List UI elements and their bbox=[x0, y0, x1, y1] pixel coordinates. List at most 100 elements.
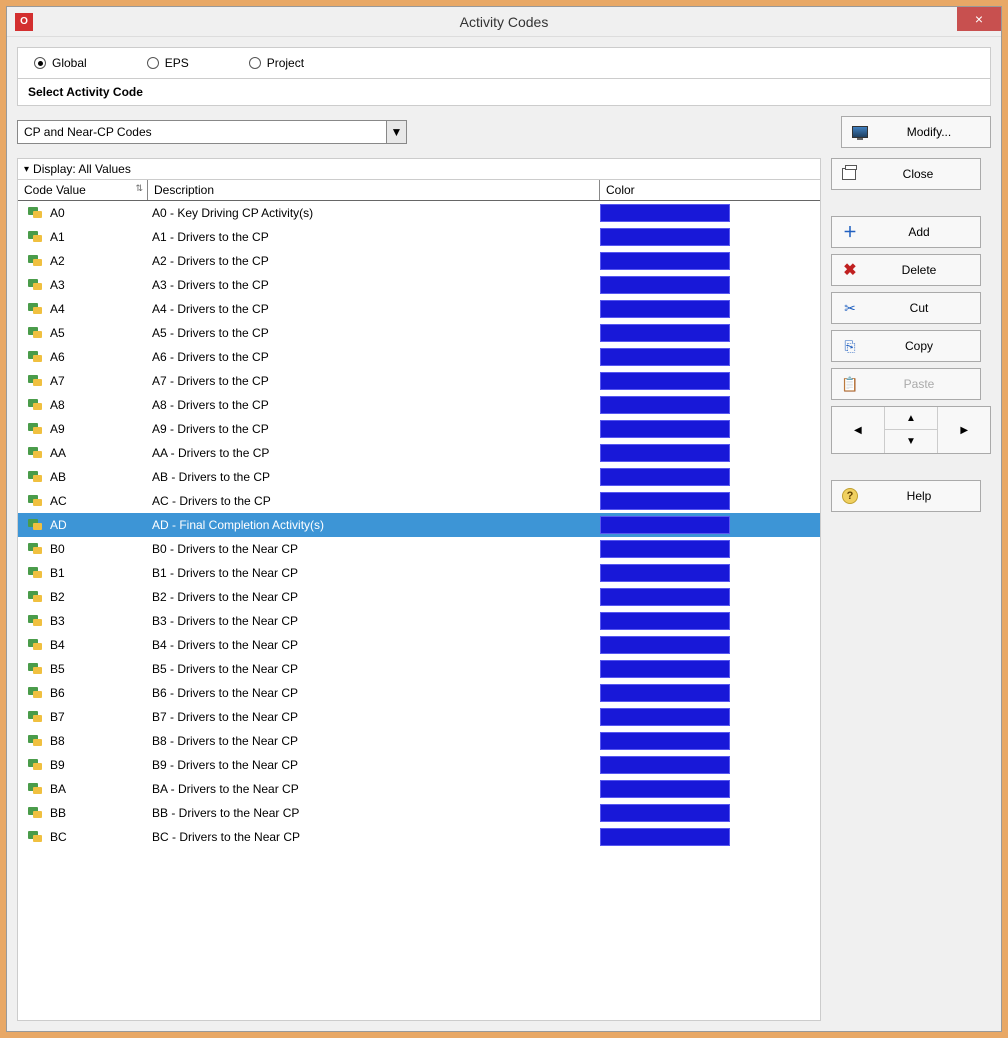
color-swatch[interactable] bbox=[600, 444, 730, 462]
table-row[interactable]: A2A2 - Drivers to the CP bbox=[18, 249, 820, 273]
table-row[interactable]: A4A4 - Drivers to the CP bbox=[18, 297, 820, 321]
activity-code-dropdown[interactable]: CP and Near-CP Codes ▼ bbox=[17, 120, 407, 144]
display-filter-bar[interactable]: ▾ Display: All Values bbox=[18, 159, 820, 180]
color-swatch[interactable] bbox=[600, 468, 730, 486]
table-row[interactable]: B4B4 - Drivers to the Near CP bbox=[18, 633, 820, 657]
cell-description: A6 - Drivers to the CP bbox=[148, 350, 600, 364]
color-swatch[interactable] bbox=[600, 228, 730, 246]
cut-button[interactable]: ✂ Cut bbox=[831, 292, 981, 324]
cell-color bbox=[600, 730, 820, 752]
table-row[interactable]: BABA - Drivers to the Near CP bbox=[18, 777, 820, 801]
tag-icon bbox=[28, 303, 44, 315]
move-right-button[interactable]: ▶ bbox=[937, 407, 990, 453]
window-icon bbox=[842, 168, 856, 180]
radio-eps[interactable]: EPS bbox=[147, 56, 189, 70]
code-value: B0 bbox=[50, 542, 65, 556]
radio-label: EPS bbox=[165, 56, 189, 70]
chevron-down-icon[interactable]: ▼ bbox=[386, 121, 406, 143]
button-label: Delete bbox=[868, 263, 970, 277]
color-swatch[interactable] bbox=[600, 300, 730, 318]
color-swatch[interactable] bbox=[600, 828, 730, 846]
column-header-description[interactable]: Description bbox=[148, 180, 600, 200]
color-swatch[interactable] bbox=[600, 204, 730, 222]
table-row[interactable]: B7B7 - Drivers to the Near CP bbox=[18, 705, 820, 729]
color-swatch[interactable] bbox=[600, 252, 730, 270]
color-swatch[interactable] bbox=[600, 396, 730, 414]
code-value: B9 bbox=[50, 758, 65, 772]
color-swatch[interactable] bbox=[600, 420, 730, 438]
cell-code: BB bbox=[18, 806, 148, 820]
table-row[interactable]: B6B6 - Drivers to the Near CP bbox=[18, 681, 820, 705]
move-down-button[interactable]: ▼ bbox=[885, 430, 938, 453]
delete-button[interactable]: ✖ Delete bbox=[831, 254, 981, 286]
move-left-button[interactable]: ◀ bbox=[832, 407, 885, 453]
table-row[interactable]: ADAD - Final Completion Activity(s) bbox=[18, 513, 820, 537]
color-swatch[interactable] bbox=[600, 732, 730, 750]
copy-button[interactable]: ⎘ Copy bbox=[831, 330, 981, 362]
color-swatch[interactable] bbox=[600, 324, 730, 342]
color-swatch[interactable] bbox=[600, 492, 730, 510]
color-swatch[interactable] bbox=[600, 636, 730, 654]
table-row[interactable]: A8A8 - Drivers to the CP bbox=[18, 393, 820, 417]
color-swatch[interactable] bbox=[600, 684, 730, 702]
table-row[interactable]: ABAB - Drivers to the CP bbox=[18, 465, 820, 489]
table-row[interactable]: BBBB - Drivers to the Near CP bbox=[18, 801, 820, 825]
cell-description: A2 - Drivers to the CP bbox=[148, 254, 600, 268]
cell-code: BC bbox=[18, 830, 148, 844]
table-row[interactable]: A6A6 - Drivers to the CP bbox=[18, 345, 820, 369]
color-swatch[interactable] bbox=[600, 348, 730, 366]
color-swatch[interactable] bbox=[600, 660, 730, 678]
column-header-code[interactable]: Code Value ⇅ bbox=[18, 180, 148, 200]
window-close-button[interactable]: × bbox=[957, 7, 1001, 31]
color-swatch[interactable] bbox=[600, 612, 730, 630]
table-row[interactable]: B5B5 - Drivers to the Near CP bbox=[18, 657, 820, 681]
help-button[interactable]: ? Help bbox=[831, 480, 981, 512]
modify-button[interactable]: Modify... bbox=[841, 116, 991, 148]
table-row[interactable]: B0B0 - Drivers to the Near CP bbox=[18, 537, 820, 561]
table-row[interactable]: BCBC - Drivers to the Near CP bbox=[18, 825, 820, 849]
table-row[interactable]: B9B9 - Drivers to the Near CP bbox=[18, 753, 820, 777]
cell-color bbox=[600, 634, 820, 656]
color-swatch[interactable] bbox=[600, 756, 730, 774]
table-row[interactable]: A5A5 - Drivers to the CP bbox=[18, 321, 820, 345]
tag-icon bbox=[28, 327, 44, 339]
color-swatch[interactable] bbox=[600, 804, 730, 822]
close-button[interactable]: Close bbox=[831, 158, 981, 190]
table-row[interactable]: B3B3 - Drivers to the Near CP bbox=[18, 609, 820, 633]
paste-button[interactable]: 📋 Paste bbox=[831, 368, 981, 400]
table-row[interactable]: B2B2 - Drivers to the Near CP bbox=[18, 585, 820, 609]
color-swatch[interactable] bbox=[600, 276, 730, 294]
cell-description: AC - Drivers to the CP bbox=[148, 494, 600, 508]
tag-icon bbox=[28, 807, 44, 819]
table-row[interactable]: B8B8 - Drivers to the Near CP bbox=[18, 729, 820, 753]
activity-codes-window: O Activity Codes × Global EPS Project Se… bbox=[6, 6, 1002, 1032]
color-swatch[interactable] bbox=[600, 780, 730, 798]
column-header-color[interactable]: Color bbox=[600, 180, 820, 200]
tag-icon bbox=[28, 423, 44, 435]
table-row[interactable]: A9A9 - Drivers to the CP bbox=[18, 417, 820, 441]
color-swatch[interactable] bbox=[600, 516, 730, 534]
table-row[interactable]: A3A3 - Drivers to the CP bbox=[18, 273, 820, 297]
table-body[interactable]: A0A0 - Key Driving CP Activity(s)A1A1 - … bbox=[18, 201, 820, 1020]
table-row[interactable]: ACAC - Drivers to the CP bbox=[18, 489, 820, 513]
table-row[interactable]: AAAA - Drivers to the CP bbox=[18, 441, 820, 465]
table-row[interactable]: B1B1 - Drivers to the Near CP bbox=[18, 561, 820, 585]
add-button[interactable]: ＋ Add bbox=[831, 216, 981, 248]
color-swatch[interactable] bbox=[600, 588, 730, 606]
radio-global[interactable]: Global bbox=[34, 56, 87, 70]
color-swatch[interactable] bbox=[600, 708, 730, 726]
color-swatch[interactable] bbox=[600, 540, 730, 558]
x-icon: ✖ bbox=[842, 262, 858, 278]
color-swatch[interactable] bbox=[600, 564, 730, 582]
color-swatch[interactable] bbox=[600, 372, 730, 390]
tag-icon bbox=[28, 447, 44, 459]
move-up-button[interactable]: ▲ bbox=[885, 407, 938, 430]
table-row[interactable]: A7A7 - Drivers to the CP bbox=[18, 369, 820, 393]
code-value: A5 bbox=[50, 326, 65, 340]
code-value: BB bbox=[50, 806, 66, 820]
table-row[interactable]: A1A1 - Drivers to the CP bbox=[18, 225, 820, 249]
radio-project[interactable]: Project bbox=[249, 56, 304, 70]
cell-color bbox=[600, 370, 820, 392]
table-row[interactable]: A0A0 - Key Driving CP Activity(s) bbox=[18, 201, 820, 225]
titlebar: O Activity Codes × bbox=[7, 7, 1001, 37]
